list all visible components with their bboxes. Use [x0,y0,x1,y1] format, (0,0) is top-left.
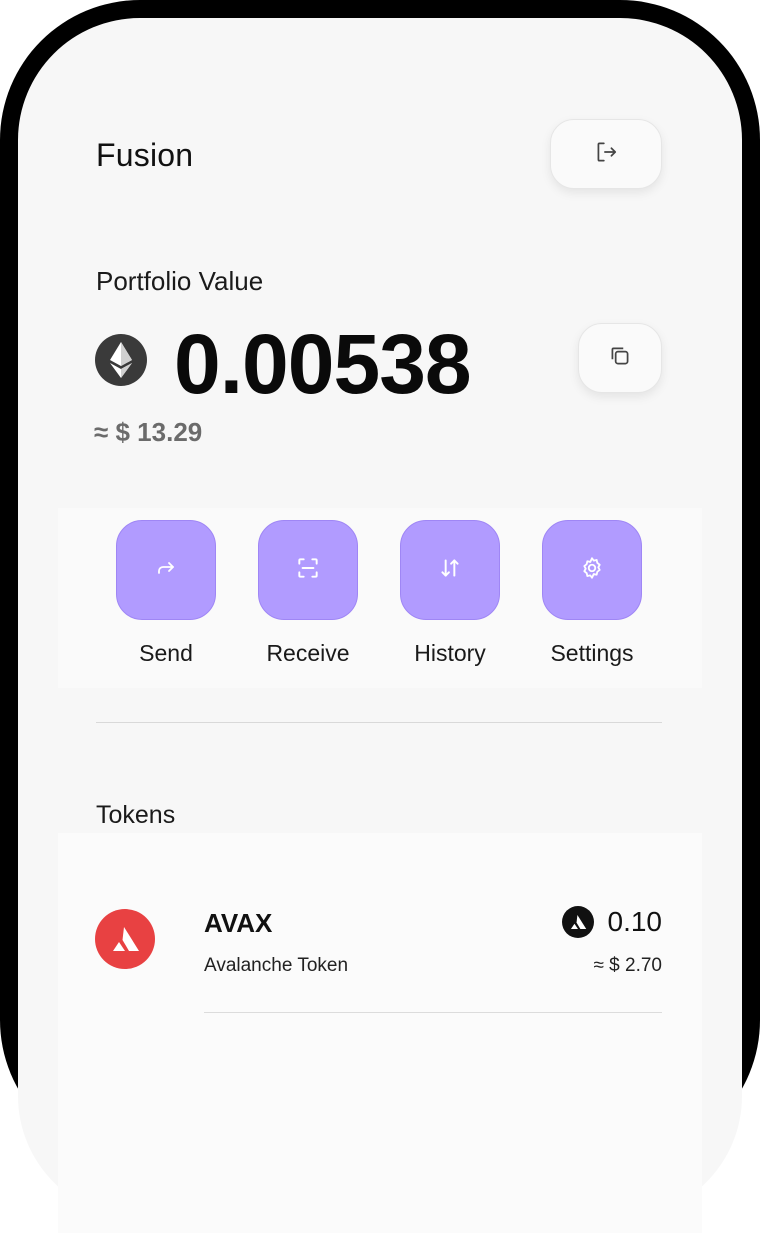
receive-label: Receive [266,640,350,666]
token-row-divider [204,1012,662,1013]
logout-icon [593,139,619,170]
history-button[interactable]: History [380,520,520,667]
portfolio-label: Portfolio Value [96,266,264,296]
logout-button[interactable] [550,119,662,189]
receive-tile[interactable] [258,520,358,620]
receive-button[interactable]: Receive [238,520,378,667]
send-label: Send [139,640,193,666]
token-symbol: AVAX [204,908,273,938]
history-label: History [414,640,486,666]
portfolio-balance: 0.00538 [174,317,472,411]
token-name: Avalanche Token [204,955,349,976]
token-amount: 0.10 [607,906,663,937]
app-title: Fusion [96,137,194,173]
token-usd-value: ≈ $ 2.70 [593,955,662,976]
settings-label: Settings [550,640,634,666]
send-arrow-icon [154,556,178,585]
ethereum-icon [95,334,147,386]
avalanche-icon [95,909,155,969]
gear-icon [579,555,605,586]
settings-button[interactable]: Settings [522,520,662,667]
send-tile[interactable] [116,520,216,620]
send-button[interactable]: Send [96,520,236,667]
settings-tile[interactable] [542,520,642,620]
scan-icon [295,555,321,586]
tokens-heading: Tokens [96,801,176,829]
section-divider [96,722,662,723]
copy-icon [607,343,633,374]
copy-button[interactable] [578,323,662,393]
token-amount-group: 0.10 [561,906,663,938]
avalanche-small-icon [561,906,594,938]
sort-arrows-icon [437,555,463,586]
portfolio-usd-value: ≈ $ 13.29 [94,417,203,447]
token-row-avax[interactable]: AVAX Avalanche Token 0.10 ≈ $ 2.70 [58,878,702,1014]
history-tile[interactable] [400,520,500,620]
